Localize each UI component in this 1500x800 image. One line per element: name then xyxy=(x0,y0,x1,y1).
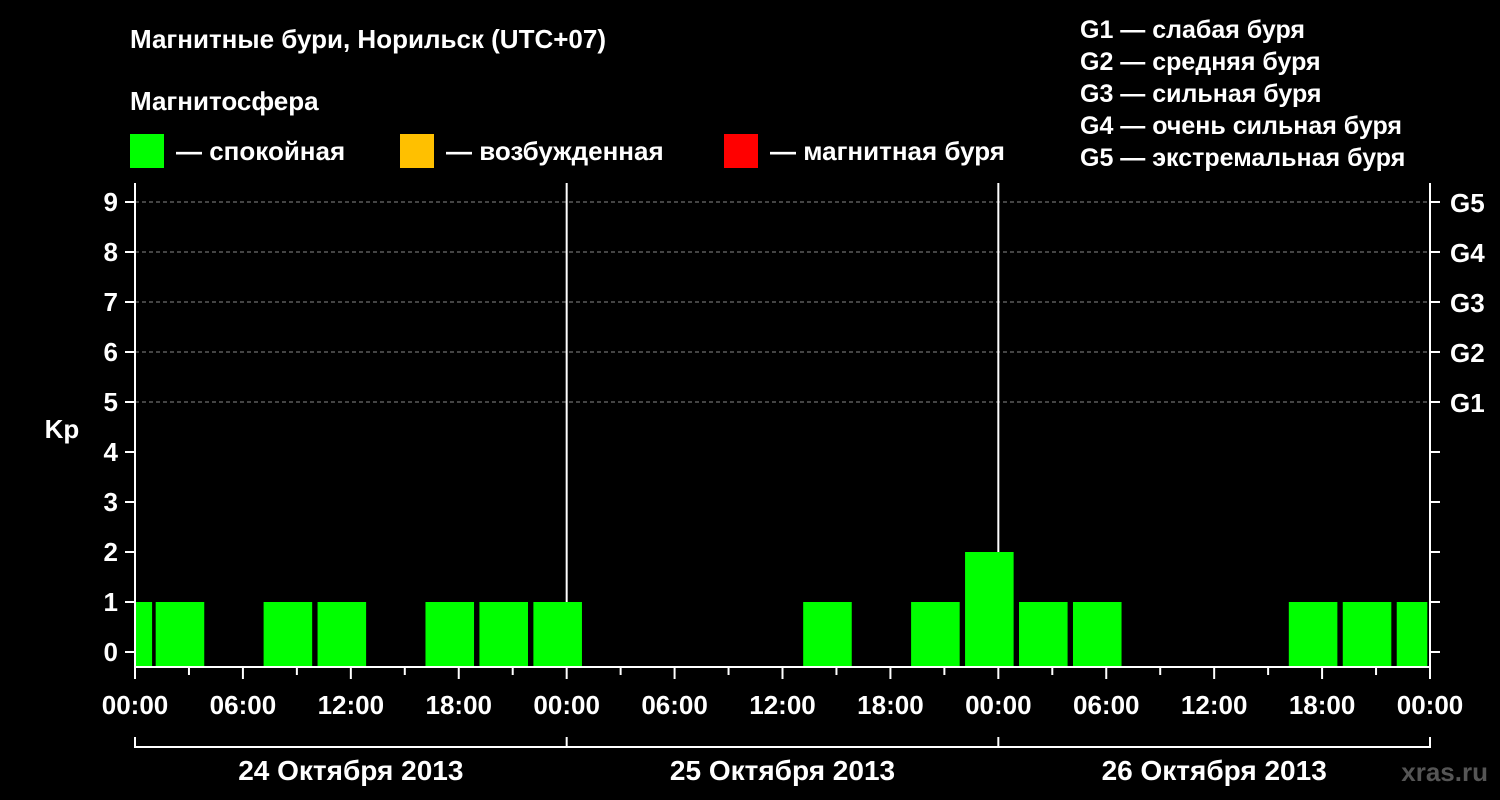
y-tick-label: 5 xyxy=(104,387,118,417)
x-tick-label: 00:00 xyxy=(1397,690,1464,720)
x-tick-label: 12:00 xyxy=(1181,690,1248,720)
g-level-label: G3 xyxy=(1450,288,1485,318)
kp-bar xyxy=(425,602,475,667)
kp-bar xyxy=(479,602,528,667)
x-tick-label: 00:00 xyxy=(965,690,1032,720)
x-tick-label: 06:00 xyxy=(641,690,708,720)
y-tick-label: 3 xyxy=(104,487,118,517)
x-tick-label: 18:00 xyxy=(857,690,924,720)
y-tick-label: 0 xyxy=(104,637,118,667)
y-tick-label: 8 xyxy=(104,237,118,267)
kp-bar xyxy=(1396,602,1428,667)
day-label: 26 Октября 2013 xyxy=(1102,755,1327,786)
y-tick-label: 6 xyxy=(104,337,118,367)
y-tick-label: 4 xyxy=(104,437,119,467)
y-tick-label: 1 xyxy=(104,587,118,617)
g-level-label: G1 xyxy=(1450,388,1485,418)
kp-bar xyxy=(911,602,960,667)
kp-bar xyxy=(263,602,313,667)
y-tick-label: 7 xyxy=(104,287,118,317)
kp-bar xyxy=(965,552,1014,667)
watermark: xras.ru xyxy=(1401,757,1488,787)
kp-chart: Kp 0 1 2 3 4 5 6 7 8 9 G1 G2 G3 G4 G5 00:00 06:00 12:00 18… xyxy=(45,183,1485,786)
kp-bar xyxy=(533,602,582,667)
kp-bar xyxy=(155,602,205,667)
kp-bar xyxy=(135,602,153,667)
g-level-label: G2 xyxy=(1450,338,1485,368)
y-tick-label: 2 xyxy=(104,537,118,567)
x-tick-label: 06:00 xyxy=(1073,690,1140,720)
day-label: 24 Октября 2013 xyxy=(238,755,463,786)
kp-bar xyxy=(1342,602,1392,667)
day-label: 25 Октября 2013 xyxy=(670,755,895,786)
x-tick-label: 00:00 xyxy=(102,690,169,720)
y-tick-label: 9 xyxy=(104,187,118,217)
x-tick-label: 18:00 xyxy=(1289,690,1356,720)
kp-bar xyxy=(317,602,367,667)
y-axis-label: Kp xyxy=(45,414,80,444)
x-tick-label: 00:00 xyxy=(533,690,600,720)
x-tick-label: 12:00 xyxy=(318,690,385,720)
g-level-label: G5 xyxy=(1450,188,1485,218)
kp-bar xyxy=(1288,602,1338,667)
kp-bar xyxy=(1019,602,1068,667)
x-tick-label: 06:00 xyxy=(210,690,277,720)
x-tick-label: 12:00 xyxy=(749,690,816,720)
kp-bar xyxy=(1072,602,1122,667)
x-tick-label: 18:00 xyxy=(426,690,493,720)
kp-bar xyxy=(803,602,852,667)
g-level-label: G4 xyxy=(1450,238,1485,268)
